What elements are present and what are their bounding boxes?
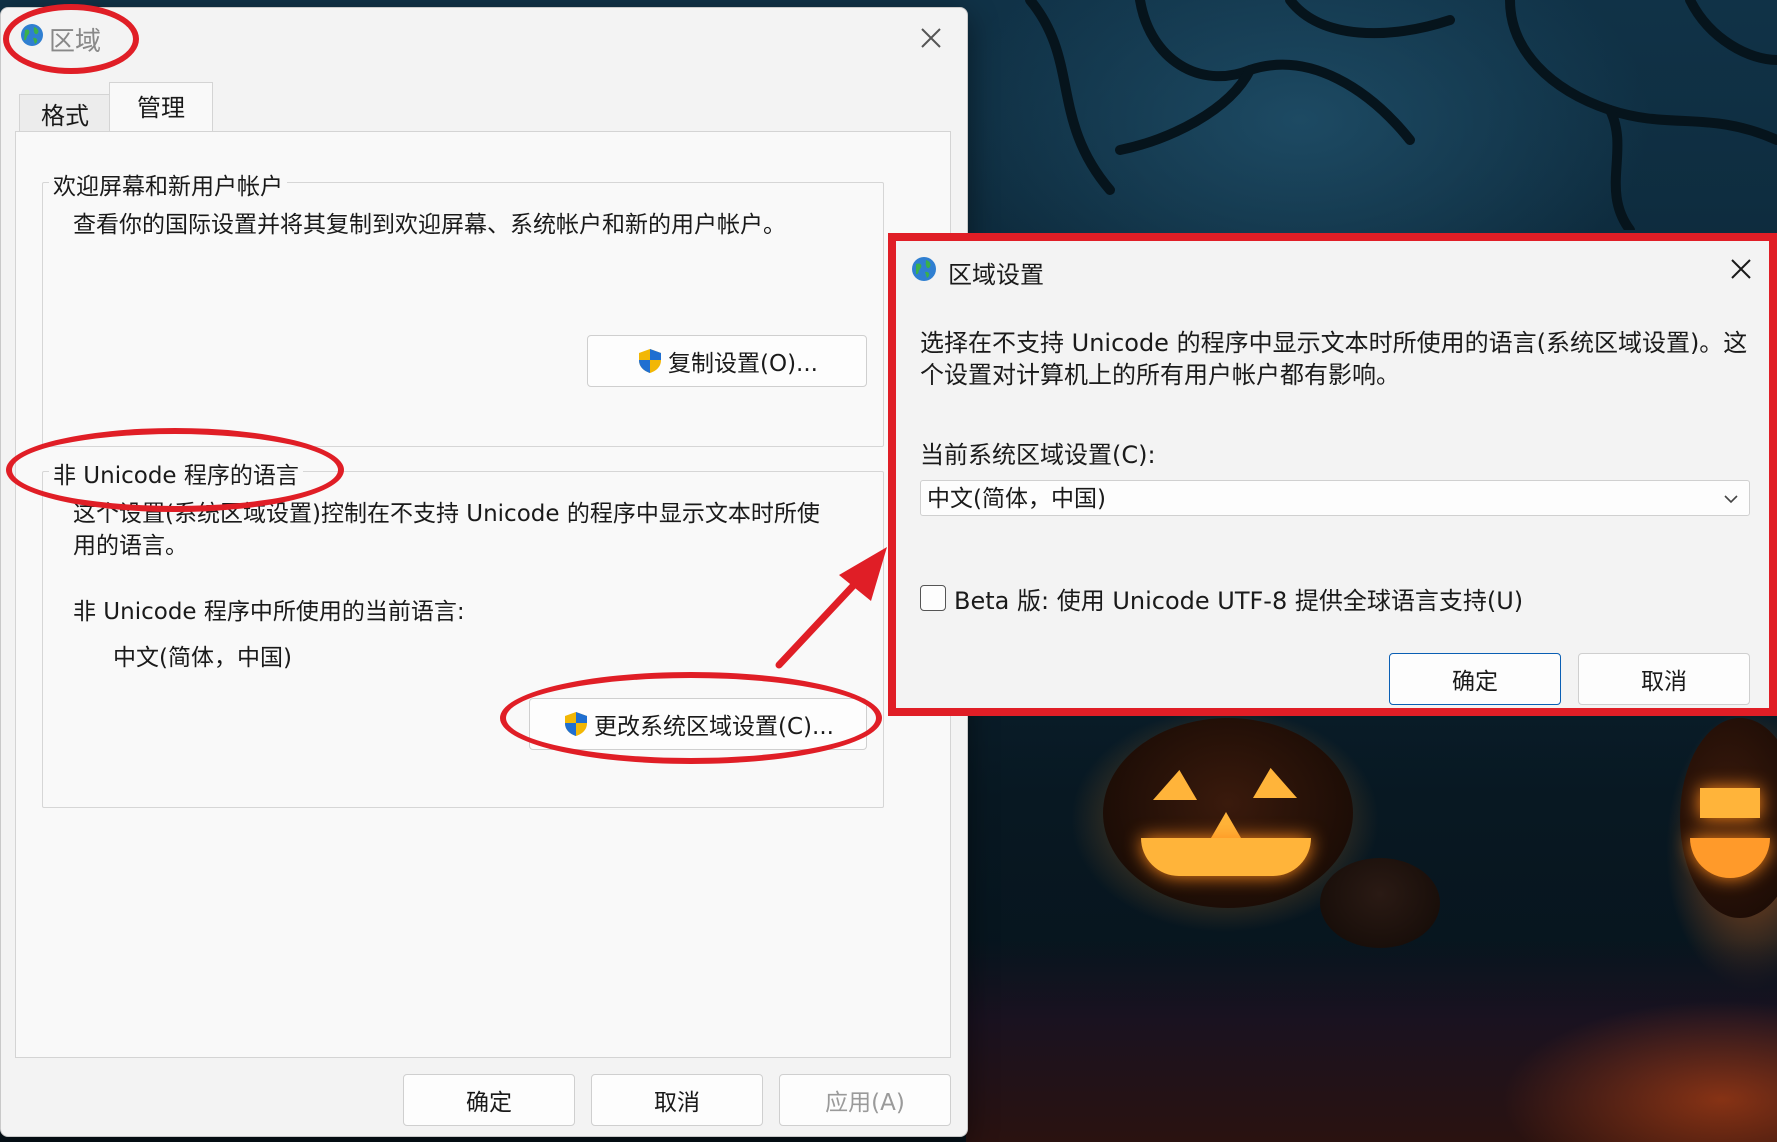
cancel-button[interactable]: 取消 — [591, 1074, 763, 1126]
sub-window-title: 区域设置 — [948, 261, 1044, 289]
ok-button[interactable]: 确定 — [403, 1074, 575, 1126]
utf8-beta-label[interactable]: Beta 版: 使用 Unicode UTF-8 提供全球语言支持(U) — [954, 581, 1523, 616]
system-locale-select[interactable]: 中文(简体，中国) — [920, 480, 1750, 516]
sub-close-button[interactable] — [1723, 251, 1759, 287]
dialog-footer: 确定 取消 应用(A) — [1, 1056, 967, 1136]
close-button[interactable] — [913, 20, 949, 56]
globe-icon — [912, 257, 936, 281]
non-unicode-group: 非 Unicode 程序的语言 这个设置(系统区域设置)控制在不支持 Unico… — [42, 456, 884, 808]
welcome-description: 查看你的国际设置并将其复制到欢迎屏幕、系统帐户和新的用户帐户。 — [73, 212, 786, 238]
annotation-arrow — [775, 547, 887, 669]
change-system-locale-button[interactable]: 更改系统区域设置(C)... — [529, 698, 867, 750]
chevron-down-icon — [1724, 495, 1738, 504]
pumpkin-edge-image — [1680, 718, 1777, 918]
copy-settings-label: 复制设置(O)... — [668, 351, 818, 377]
current-locale-label: 当前系统区域设置(C): — [920, 441, 1156, 469]
window-title: 区域 — [49, 27, 102, 57]
utf8-beta-checkbox[interactable] — [920, 585, 946, 611]
sub-cancel-label: 取消 — [1641, 669, 1687, 695]
tab-format[interactable]: 格式 — [19, 94, 111, 133]
sub-description-line2: 个设置对计算机上的所有用户帐户都有影响。 — [920, 361, 1400, 389]
embers-decoration — [1500, 1000, 1777, 1142]
region-settings-dialog: 区域设置 选择在不支持 Unicode 的程序中显示文本时所使用的语言(系统区域… — [888, 233, 1777, 716]
tree-branches-decoration — [1025, 0, 1777, 230]
sub-description-line1: 选择在不支持 Unicode 的程序中显示文本时所使用的语言(系统区域设置)。这 — [920, 329, 1748, 357]
system-locale-value: 中文(简体，中国) — [927, 486, 1106, 512]
close-icon — [1731, 259, 1751, 279]
welcome-group-title: 欢迎屏幕和新用户帐户 — [49, 167, 287, 201]
close-icon — [921, 28, 941, 48]
globe-icon — [21, 24, 43, 46]
non-unicode-description-line2: 用的语言。 — [73, 533, 188, 559]
apply-button[interactable]: 应用(A) — [779, 1074, 951, 1126]
current-language-label: 非 Unicode 程序中所使用的当前语言: — [73, 599, 465, 625]
uac-shield-icon — [639, 349, 661, 373]
apply-label: 应用(A) — [825, 1090, 905, 1116]
sub-cancel-button[interactable]: 取消 — [1578, 653, 1750, 705]
non-unicode-group-title: 非 Unicode 程序的语言 — [49, 456, 303, 490]
change-system-locale-label: 更改系统区域设置(C)... — [594, 714, 834, 740]
non-unicode-description-line1: 这个设置(系统区域设置)控制在不支持 Unicode 的程序中显示文本时所使 — [73, 501, 820, 527]
cancel-label: 取消 — [654, 1090, 700, 1116]
title-bar: 区域 — [1, 8, 967, 66]
sub-ok-label: 确定 — [1452, 669, 1498, 695]
tab-manage[interactable]: 管理 — [109, 82, 213, 133]
welcome-screen-group: 欢迎屏幕和新用户帐户 查看你的国际设置并将其复制到欢迎屏幕、系统帐户和新的用户帐… — [42, 167, 884, 447]
copy-settings-button[interactable]: 复制设置(O)... — [587, 335, 867, 387]
small-pumpkin-image — [1320, 858, 1440, 948]
ok-label: 确定 — [466, 1090, 512, 1116]
sub-ok-button[interactable]: 确定 — [1389, 653, 1561, 705]
uac-shield-icon — [565, 712, 588, 736]
jack-o-lantern-image — [1103, 718, 1353, 908]
current-language-value: 中文(简体，中国) — [113, 645, 292, 671]
